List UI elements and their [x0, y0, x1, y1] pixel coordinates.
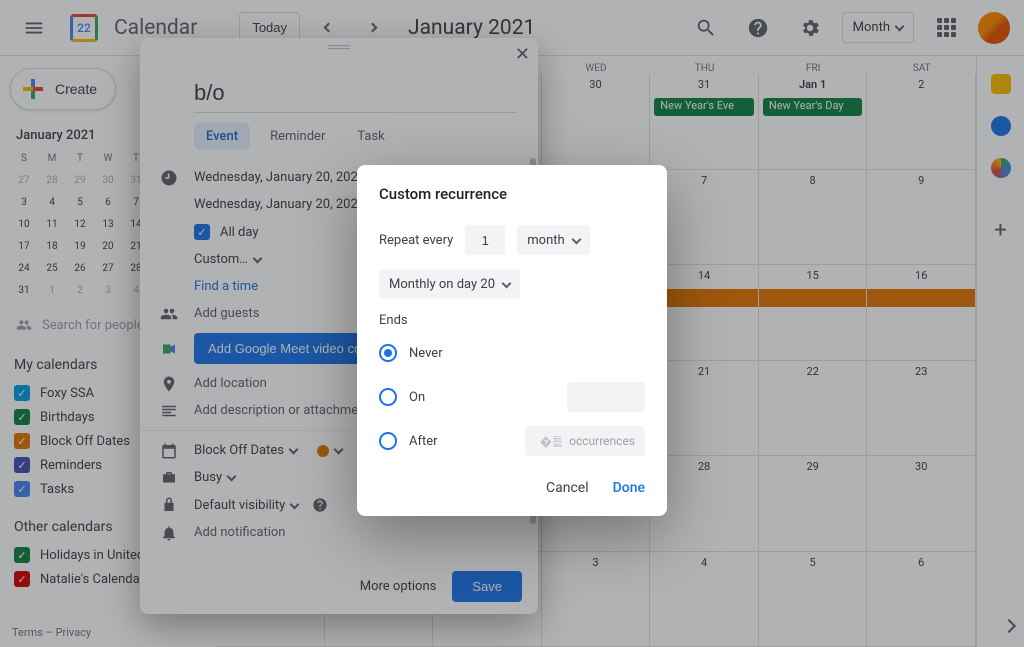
ends-after-label: After [409, 434, 438, 449]
ends-never-label: Never [409, 346, 443, 361]
chevron-down-icon [571, 234, 581, 244]
custom-recurrence-modal: Custom recurrence Repeat every month Mon… [357, 165, 667, 516]
modal-title: Custom recurrence [379, 185, 645, 203]
ends-on-radio[interactable] [379, 388, 397, 406]
ends-on-date-field[interactable] [567, 382, 645, 412]
ends-never-radio[interactable] [379, 344, 397, 362]
done-button[interactable]: Done [613, 480, 645, 496]
interval-input[interactable] [465, 225, 505, 255]
occurrences-label: occurrences [569, 434, 635, 448]
month-pattern-label: Monthly on day 20 [389, 277, 495, 292]
ends-after-radio[interactable] [379, 432, 397, 450]
unit-select[interactable]: month [517, 225, 589, 255]
month-pattern-select[interactable]: Monthly on day 20 [379, 269, 520, 299]
repeat-every-label: Repeat every [379, 233, 453, 248]
ends-label: Ends [379, 313, 645, 328]
cancel-button[interactable]: Cancel [546, 480, 589, 496]
unit-label: month [527, 233, 564, 248]
occurrences-field[interactable]: �틊occurrences [525, 426, 645, 456]
ends-on-label: On [409, 390, 425, 405]
chevron-down-icon [502, 278, 512, 288]
